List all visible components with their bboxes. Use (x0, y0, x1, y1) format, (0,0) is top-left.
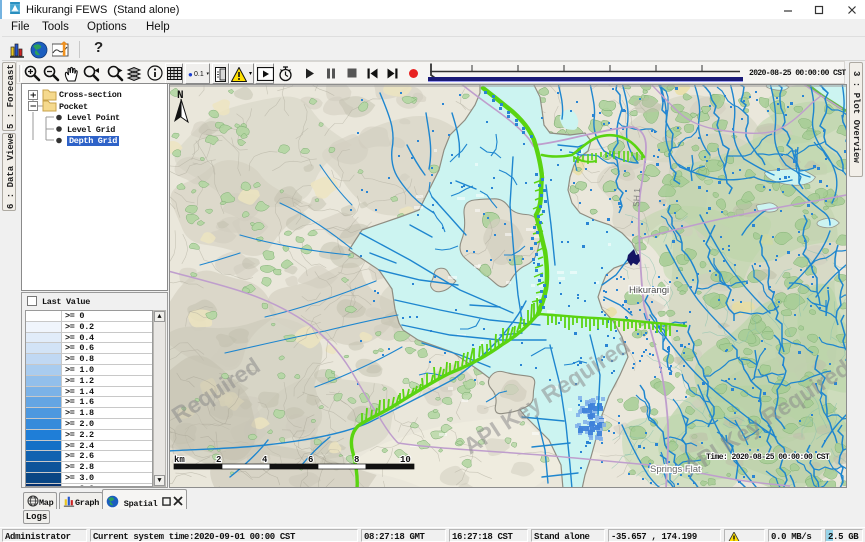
svg-text:6 : Data Viewer: 6 : Data Viewer (6, 134, 16, 209)
svg-text:Springs Flat: Springs Flat (650, 464, 701, 475)
svg-text:10: 10 (400, 455, 411, 465)
svg-text:km: km (174, 455, 185, 465)
svg-text:4: 4 (262, 455, 268, 465)
svg-text:SH 1: SH 1 (631, 187, 642, 207)
svg-text:8: 8 (354, 455, 359, 465)
svg-text:Hikurangi: Hikurangi (629, 285, 669, 296)
svg-text:Time: 2020-08-25 00:00:00 CST: Time: 2020-08-25 00:00:00 CST (706, 453, 830, 462)
svg-text:5 : Forecast: 5 : Forecast (6, 64, 16, 129)
svg-text:6: 6 (308, 455, 313, 465)
svg-text:3 : Plot Overview: 3 : Plot Overview (851, 71, 861, 163)
svg-text:N: N (177, 90, 184, 102)
svg-text:2: 2 (216, 455, 221, 465)
